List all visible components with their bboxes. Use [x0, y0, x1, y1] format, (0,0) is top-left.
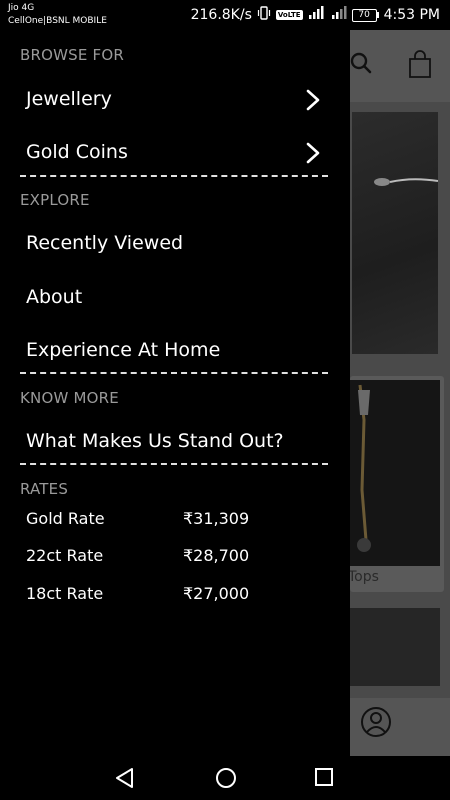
background-product-image — [350, 380, 440, 566]
section-header-explore: EXPLORE — [20, 191, 90, 209]
navigation-drawer: BROWSE FOR Jewellery Gold Coins EXPLORE … — [0, 30, 350, 756]
rate-label-18ct: 18ct Rate — [26, 584, 104, 603]
rate-label-22ct: 22ct Rate — [26, 546, 104, 565]
volte-badge: VoLTE — [275, 10, 303, 20]
menu-item-what-makes-us-stand-out[interactable]: What Makes Us Stand Out? — [26, 430, 326, 452]
menu-item-label: Jewellery — [26, 88, 112, 110]
carrier-primary: Jio 4G — [8, 3, 35, 13]
menu-item-label: Gold Coins — [26, 141, 128, 163]
signal-icon — [308, 6, 326, 24]
carrier-secondary: CellOne|BSNL MOBILE — [8, 16, 107, 26]
section-divider — [20, 175, 328, 177]
rate-label-gold: Gold Rate — [26, 509, 105, 528]
section-header-know-more: KNOW MORE — [20, 389, 119, 407]
menu-item-label: What Makes Us Stand Out? — [26, 430, 284, 452]
signal-icon-secondary — [331, 6, 347, 24]
background-product-card: Tops — [350, 376, 444, 592]
menu-item-about[interactable]: About — [26, 286, 326, 308]
background-product-image — [352, 112, 438, 354]
background-product-image — [350, 608, 440, 686]
menu-item-label: About — [26, 286, 83, 308]
menu-item-recently-viewed[interactable]: Recently Viewed — [26, 232, 326, 254]
search-icon — [350, 52, 372, 78]
section-header-browse: BROWSE FOR — [20, 46, 124, 64]
menu-item-gold-coins[interactable]: Gold Coins — [26, 141, 326, 163]
vibrate-icon — [257, 6, 271, 24]
system-nav-bar — [0, 756, 450, 800]
rate-value-gold: ₹31,309 — [183, 509, 250, 528]
menu-item-experience-at-home[interactable]: Experience At Home — [26, 339, 326, 361]
background-card-label: Tops — [350, 569, 379, 585]
section-divider — [20, 372, 328, 374]
chevron-right-icon[interactable] — [305, 142, 321, 168]
section-divider — [20, 463, 328, 465]
battery-icon: 70 — [351, 8, 379, 22]
status-indicators: 216.8K/s VoLTE 70 4:53 PM — [191, 6, 440, 24]
chevron-right-icon[interactable] — [305, 89, 321, 115]
home-icon[interactable] — [214, 766, 238, 794]
section-header-rates: RATES — [20, 480, 69, 498]
background-app-overlay[interactable]: Tops — [350, 30, 450, 756]
menu-item-jewellery[interactable]: Jewellery — [26, 88, 326, 110]
network-speed: 216.8K/s — [190, 7, 252, 23]
bag-icon — [408, 50, 432, 82]
recents-icon[interactable] — [314, 767, 334, 791]
rate-value-18ct: ₹27,000 — [183, 584, 250, 603]
profile-icon — [360, 706, 392, 742]
rate-value-22ct: ₹28,700 — [183, 546, 250, 565]
background-header — [350, 30, 450, 102]
back-icon[interactable] — [113, 766, 135, 794]
menu-item-label: Recently Viewed — [26, 232, 184, 254]
clock: 4:53 PM — [383, 7, 440, 23]
status-bar: Jio 4G CellOne|BSNL MOBILE 216.8K/s VoLT… — [0, 0, 450, 30]
background-bottom-bar — [350, 698, 450, 756]
battery-level: 70 — [351, 8, 377, 22]
menu-item-label: Experience At Home — [26, 339, 221, 361]
